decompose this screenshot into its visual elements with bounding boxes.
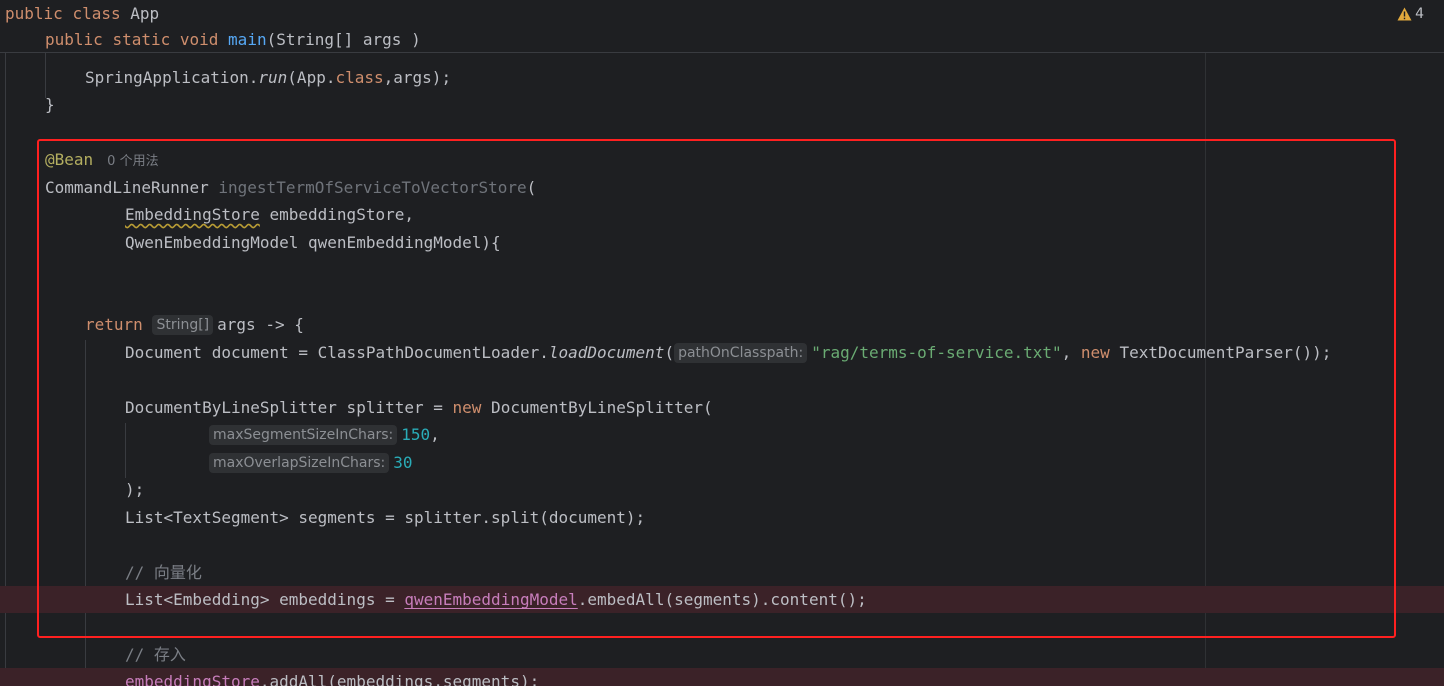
sticky-line-main[interactable]: public static void main(String[] args ) [0, 26, 1444, 53]
method-main: main [228, 30, 267, 49]
close-brace: } [45, 95, 55, 114]
comment-store: // 存入 [125, 645, 186, 664]
bean-annotation: @Bean [45, 150, 94, 169]
runner-type: CommandLineRunner [45, 178, 219, 197]
run-args-open: (App. [287, 68, 336, 87]
code-line-store-add[interactable]: embeddingStore.addAll(embeddings,segment… [0, 668, 1444, 686]
segments-line: List<TextSegment> segments = splitter.sp… [125, 508, 646, 527]
warning-count: 4 [1415, 6, 1424, 22]
kw-public: public [5, 4, 63, 23]
code-line-embeddings[interactable]: List<Embedding> embeddings = qwenEmbeddi… [0, 586, 1444, 613]
param-hint-seg: maxSegmentSizeInChars: [209, 425, 398, 445]
code-editor[interactable]: public class App public static void main… [0, 0, 1444, 686]
kw-new: new [452, 398, 482, 417]
run-method: run [258, 68, 288, 87]
param-hint-overlap: maxOverlapSizeInChars: [209, 453, 390, 473]
warnings-indicator[interactable]: 4 [1397, 3, 1424, 25]
code-line-run[interactable]: SpringApplication.run(App.class,args); [0, 64, 1444, 91]
sticky-line-class[interactable]: public class App [0, 0, 1444, 27]
param-hint-path: pathOnClasspath: [674, 343, 808, 363]
param1-type: EmbeddingStore [125, 205, 260, 224]
kw-class: class [72, 4, 121, 23]
code-line-param1[interactable]: EmbeddingStore embeddingStore, [0, 201, 1444, 228]
sticky-divider [0, 52, 1444, 53]
embed-rest: .embedAll(segments).content(); [577, 590, 867, 609]
kw-return: return [85, 315, 143, 334]
code-line-comment-vectorize[interactable]: // 向量化 [0, 559, 1444, 586]
doc-rest: TextDocumentParser()); [1109, 343, 1332, 362]
runner-open: ( [526, 178, 537, 197]
code-line-splitter-close[interactable]: ); [0, 476, 1444, 503]
code-line-segments[interactable]: List<TextSegment> segments = splitter.sp… [0, 504, 1444, 531]
param2: QwenEmbeddingModel qwenEmbeddingModel){ [125, 233, 501, 252]
code-line-overlap-arg[interactable]: maxOverlapSizeInChars: 30 [0, 449, 1444, 476]
comment-vectorize: // 向量化 [125, 563, 202, 582]
warning-triangle-icon [1397, 7, 1412, 21]
return-rest: args -> { [217, 315, 304, 334]
code-line-seg-arg[interactable]: maxSegmentSizeInChars: 150, [0, 421, 1444, 448]
class-name: App [130, 4, 160, 23]
run-prefix: SpringApplication. [85, 68, 259, 87]
kw-class: class [335, 68, 384, 87]
code-line-param2[interactable]: QwenEmbeddingModel qwenEmbeddingModel){ [0, 229, 1444, 256]
seg-comma: , [430, 425, 440, 444]
kw-static: static [112, 30, 171, 49]
doc-prefix: Document document = ClassPathDocumentLoa… [125, 343, 549, 362]
code-line-splitter[interactable]: DocumentByLineSplitter splitter = new Do… [0, 394, 1444, 421]
main-params: (String[] args ) [266, 30, 421, 49]
overlap-value: 30 [393, 453, 413, 472]
code-line-return[interactable]: return String[] args -> { [0, 311, 1444, 338]
splitter-rest: DocumentByLineSplitter( [481, 398, 713, 417]
runner-method-name: ingestTermOfServiceToVectorStore [218, 178, 527, 197]
embed-prefix: List<Embedding> embeddings = [125, 590, 405, 609]
store-field-ref[interactable]: embeddingStore [125, 672, 260, 686]
doc-string: "rag/terms-of-service.txt" [811, 343, 1062, 362]
kw-public: public [45, 30, 103, 49]
seg-value: 150 [401, 425, 431, 444]
code-line-runner-decl[interactable]: CommandLineRunner ingestTermOfServiceToV… [0, 174, 1444, 201]
doc-method: loadDocument [548, 343, 665, 362]
param1-name: embeddingStore, [259, 205, 414, 224]
code-line-annotation[interactable]: @Bean 0 个用法 [0, 146, 1444, 173]
splitter-prefix: DocumentByLineSplitter splitter = [125, 398, 453, 417]
code-line-close-brace[interactable]: } [0, 91, 1444, 118]
type-hint-string-array: String[] [152, 315, 214, 335]
doc-open: ( [664, 343, 675, 362]
code-line-document[interactable]: Document document = ClassPathDocumentLoa… [0, 339, 1444, 366]
embed-field-ref[interactable]: qwenEmbeddingModel [404, 590, 577, 609]
splitter-close: ); [125, 480, 145, 499]
usages-hint[interactable]: 0 个用法 [107, 154, 158, 169]
kw-void: void [179, 30, 219, 49]
code-line-comment-store[interactable]: // 存入 [0, 641, 1444, 668]
kw-new: new [1080, 343, 1110, 362]
run-args-close: ,args); [383, 68, 452, 87]
store-rest: .addAll(embeddings,segments); [259, 672, 540, 686]
doc-comma: , [1061, 343, 1081, 362]
